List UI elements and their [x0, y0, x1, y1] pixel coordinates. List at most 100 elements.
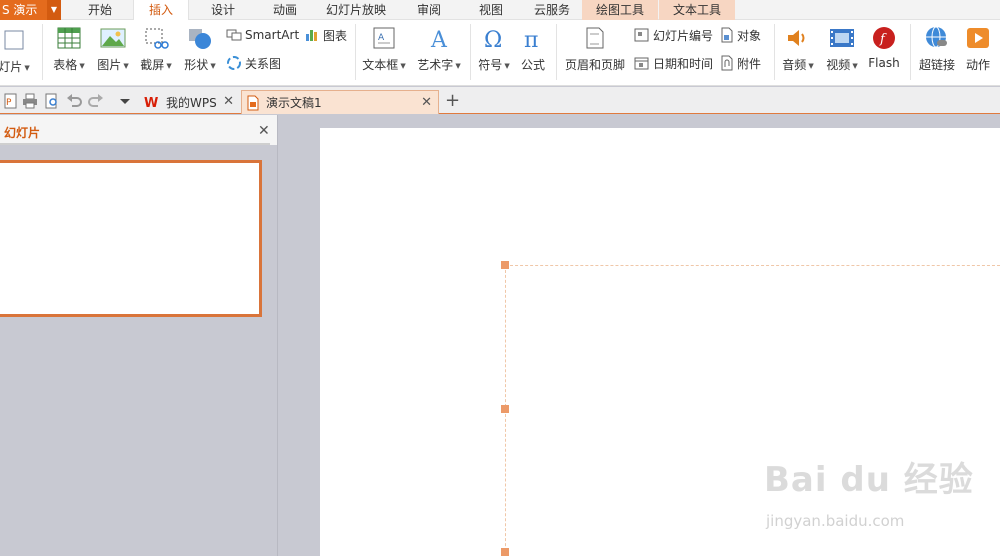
slides-pane: 幻灯片 ✕ [0, 115, 278, 556]
document-tab-bar: P W 我的WPS ✕ 演示文稿1 ✕ [0, 87, 1000, 114]
attachment-button[interactable]: 附件 [720, 55, 761, 71]
tab-home[interactable]: 开始 [75, 0, 125, 20]
smartart-button[interactable]: SmartArt [226, 27, 299, 43]
speaker-icon [788, 30, 805, 46]
print-icon[interactable] [22, 93, 38, 109]
close-icon[interactable]: ✕ [258, 123, 270, 139]
flash-icon: f [873, 27, 895, 49]
svg-text:W: W [144, 96, 158, 109]
new-slide-button[interactable]: 灯片 ▼ [0, 28, 34, 75]
doc-tab-presentation[interactable]: 演示文稿1 ✕ [241, 90, 439, 114]
chart-button[interactable]: 图表 [304, 27, 347, 43]
app-menu-button[interactable]: S 演示 ▼ [0, 0, 61, 20]
textbox-button[interactable]: A 文本框 ▼ [360, 26, 408, 73]
slide-thumbnail[interactable] [0, 160, 262, 317]
resize-handle[interactable] [501, 261, 509, 269]
symbol-label: 符号 [478, 58, 503, 72]
slides-pane-header: 幻灯片 ✕ [0, 115, 278, 145]
object-icon [721, 27, 733, 43]
shapes-button[interactable]: 形状 ▼ [181, 26, 219, 73]
picture-button[interactable]: 图片 ▼ [94, 26, 132, 73]
action-label: 动作 [965, 58, 990, 72]
wps-logo-icon: W [144, 96, 158, 109]
smartart-icon [226, 29, 242, 41]
flash-button[interactable]: f Flash [865, 26, 903, 70]
audio-button[interactable]: 音频 ▼ [778, 26, 818, 73]
slide-icon [4, 30, 24, 50]
table-label: 表格 [53, 58, 78, 72]
object-button[interactable]: 对象 [720, 27, 761, 43]
chart-label: 图表 [323, 28, 348, 43]
app-menu-dropdown-icon[interactable]: ▼ [47, 0, 61, 20]
resize-handle[interactable] [501, 405, 509, 413]
screenshot-icon [145, 28, 169, 49]
symbol-button[interactable]: Ω 符号 ▼ [474, 26, 514, 73]
header-footer-label: 页眉和页脚 [564, 58, 625, 72]
print-preview-icon[interactable] [44, 93, 60, 109]
slide-number-label: 幻灯片编号 [653, 28, 714, 43]
tab-design[interactable]: 设计 [198, 0, 248, 20]
globe-link-icon [926, 26, 947, 48]
object-label: 对象 [737, 28, 762, 43]
shapes-icon [189, 29, 211, 49]
film-icon [830, 29, 854, 47]
svg-text:Ω: Ω [484, 28, 502, 50]
table-button[interactable]: 表格 ▼ [50, 26, 88, 73]
screenshot-label: 截屏 [140, 58, 165, 72]
slides-pane-title[interactable]: 幻灯片 [4, 124, 40, 141]
header-footer-icon [586, 27, 604, 49]
table-icon [57, 27, 81, 49]
header-footer-button[interactable]: 页眉和页脚 [562, 26, 628, 73]
close-tab-icon[interactable]: ✕ [421, 95, 432, 110]
tab-slideshow[interactable]: 幻灯片放映 [320, 0, 392, 20]
tab-drawing-tools[interactable]: 绘图工具 [582, 0, 658, 20]
watermark-brand: Bai du 经验 [764, 460, 974, 500]
watermark: Bai du 经验 jingyan.baidu.com [764, 452, 974, 530]
text-placeholder[interactable] [505, 265, 1000, 556]
presentation-file-icon [247, 95, 259, 110]
redo-icon[interactable] [88, 93, 104, 109]
textbox-icon: A [373, 27, 395, 49]
wordart-icon: A [430, 28, 448, 53]
watermark-url: jingyan.baidu.com [766, 512, 905, 530]
close-tab-icon[interactable]: ✕ [223, 94, 234, 109]
attachment-icon [721, 55, 733, 71]
slide-number-button[interactable]: 幻灯片编号 [634, 27, 713, 43]
tab-animation[interactable]: 动画 [260, 0, 310, 20]
svg-text:P: P [6, 98, 12, 108]
doc-tab-label: 演示文稿1 [266, 96, 322, 110]
new-tab-icon[interactable]: + [445, 90, 460, 111]
svg-text:A: A [378, 33, 385, 43]
flash-label: Flash [868, 56, 900, 70]
hyperlink-button[interactable]: 超链接 [916, 26, 958, 73]
video-button[interactable]: 视频 ▼ [822, 26, 862, 73]
shapes-label: 形状 [184, 58, 209, 72]
tab-text-tools[interactable]: 文本工具 [659, 0, 735, 20]
tab-view[interactable]: 视图 [466, 0, 516, 20]
doc-tab-my-wps[interactable]: W 我的WPS ✕ [140, 90, 240, 114]
undo-icon[interactable] [66, 93, 82, 109]
relation-icon [227, 56, 241, 70]
action-button[interactable]: 动作 [960, 26, 996, 73]
slide-number-icon [634, 28, 649, 42]
wordart-label: 艺术字 [417, 58, 454, 72]
relation-label: 关系图 [245, 56, 282, 71]
wordart-button[interactable]: A 艺术字 ▼ [414, 26, 464, 73]
relation-button[interactable]: 关系图 [226, 55, 281, 71]
tab-cloud[interactable]: 云服务 [526, 0, 578, 20]
date-time-button[interactable]: 日期和时间 [634, 55, 713, 71]
resize-handle[interactable] [501, 548, 509, 556]
date-time-label: 日期和时间 [653, 56, 714, 71]
new-doc-icon[interactable]: P [2, 93, 18, 109]
tab-review[interactable]: 审阅 [404, 0, 454, 20]
tab-insert[interactable]: 插入 [133, 0, 189, 21]
picture-label: 图片 [97, 58, 122, 72]
formula-button[interactable]: π 公式 [516, 26, 550, 73]
omega-icon: Ω [484, 28, 502, 53]
customize-dropdown-icon[interactable] [118, 93, 132, 109]
pane-splitter[interactable] [277, 115, 278, 556]
pi-icon: π [524, 28, 538, 53]
hyperlink-label: 超链接 [918, 58, 955, 72]
smartart-label: SmartArt [245, 28, 300, 42]
screenshot-button[interactable]: 截屏 ▼ [137, 26, 175, 73]
